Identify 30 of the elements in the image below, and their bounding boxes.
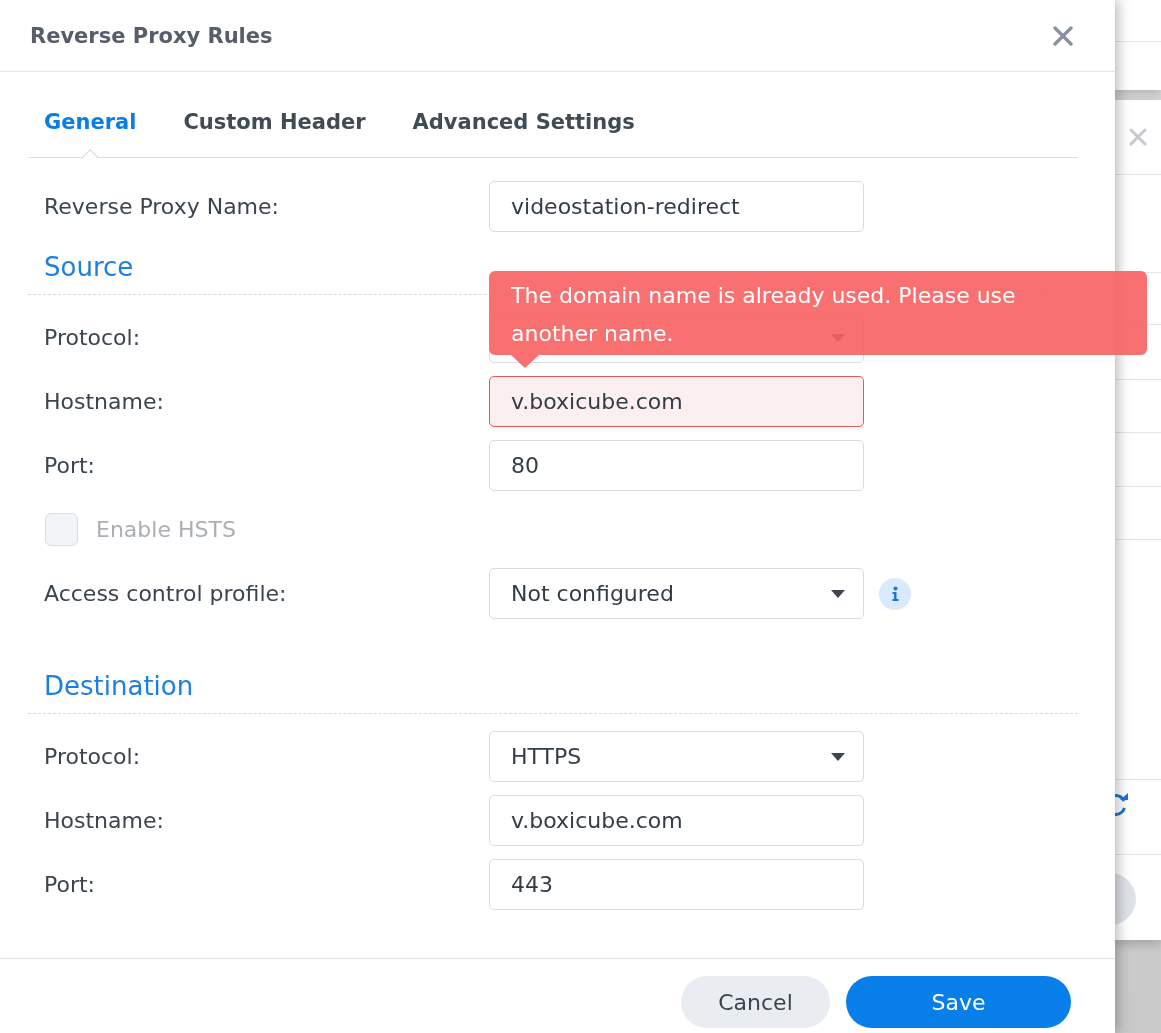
field-label: Port: <box>43 453 97 478</box>
field-label: Reverse Proxy Name: <box>43 194 280 219</box>
tab[interactable]: Custom Header <box>167 109 382 157</box>
cancel-button[interactable]: Cancel <box>681 976 830 1028</box>
field-label: Protocol: <box>43 744 142 769</box>
field-label: Port: <box>43 872 97 897</box>
info-icon[interactable] <box>879 577 911 610</box>
caret-icon <box>831 752 845 761</box>
text-field[interactable]: videostation-redirect <box>489 181 864 232</box>
close-icon[interactable] <box>1053 25 1073 46</box>
dialog-title: Reverse Proxy Rules <box>30 23 273 48</box>
tab[interactable]: General <box>28 109 153 157</box>
field-label: Protocol: <box>43 325 142 350</box>
section-heading: Destination <box>28 651 1078 714</box>
refresh-icon[interactable] <box>1115 792 1129 818</box>
tab[interactable]: Advanced Settings <box>396 109 651 157</box>
field-label: Access control profile: <box>43 581 288 606</box>
text-field[interactable]: 80 <box>489 440 864 491</box>
close-icon[interactable] <box>1129 128 1147 146</box>
text-field[interactable]: v.boxicube.com <box>489 795 864 846</box>
field-label: Hostname: <box>43 808 165 833</box>
save-button[interactable]: Save <box>846 976 1071 1028</box>
checkbox-label: Enable HSTS <box>96 517 236 542</box>
dropdown[interactable]: Not configured <box>489 568 864 619</box>
text-field[interactable]: v.boxicube.com <box>489 376 864 427</box>
dropdown[interactable]: HTTPS <box>489 731 864 782</box>
error-tooltip: The domain name is already used. Please use another name. <box>489 271 1147 368</box>
caret-icon <box>831 589 845 598</box>
text-field[interactable]: 443 <box>489 859 864 910</box>
field-label: Hostname: <box>43 389 165 414</box>
